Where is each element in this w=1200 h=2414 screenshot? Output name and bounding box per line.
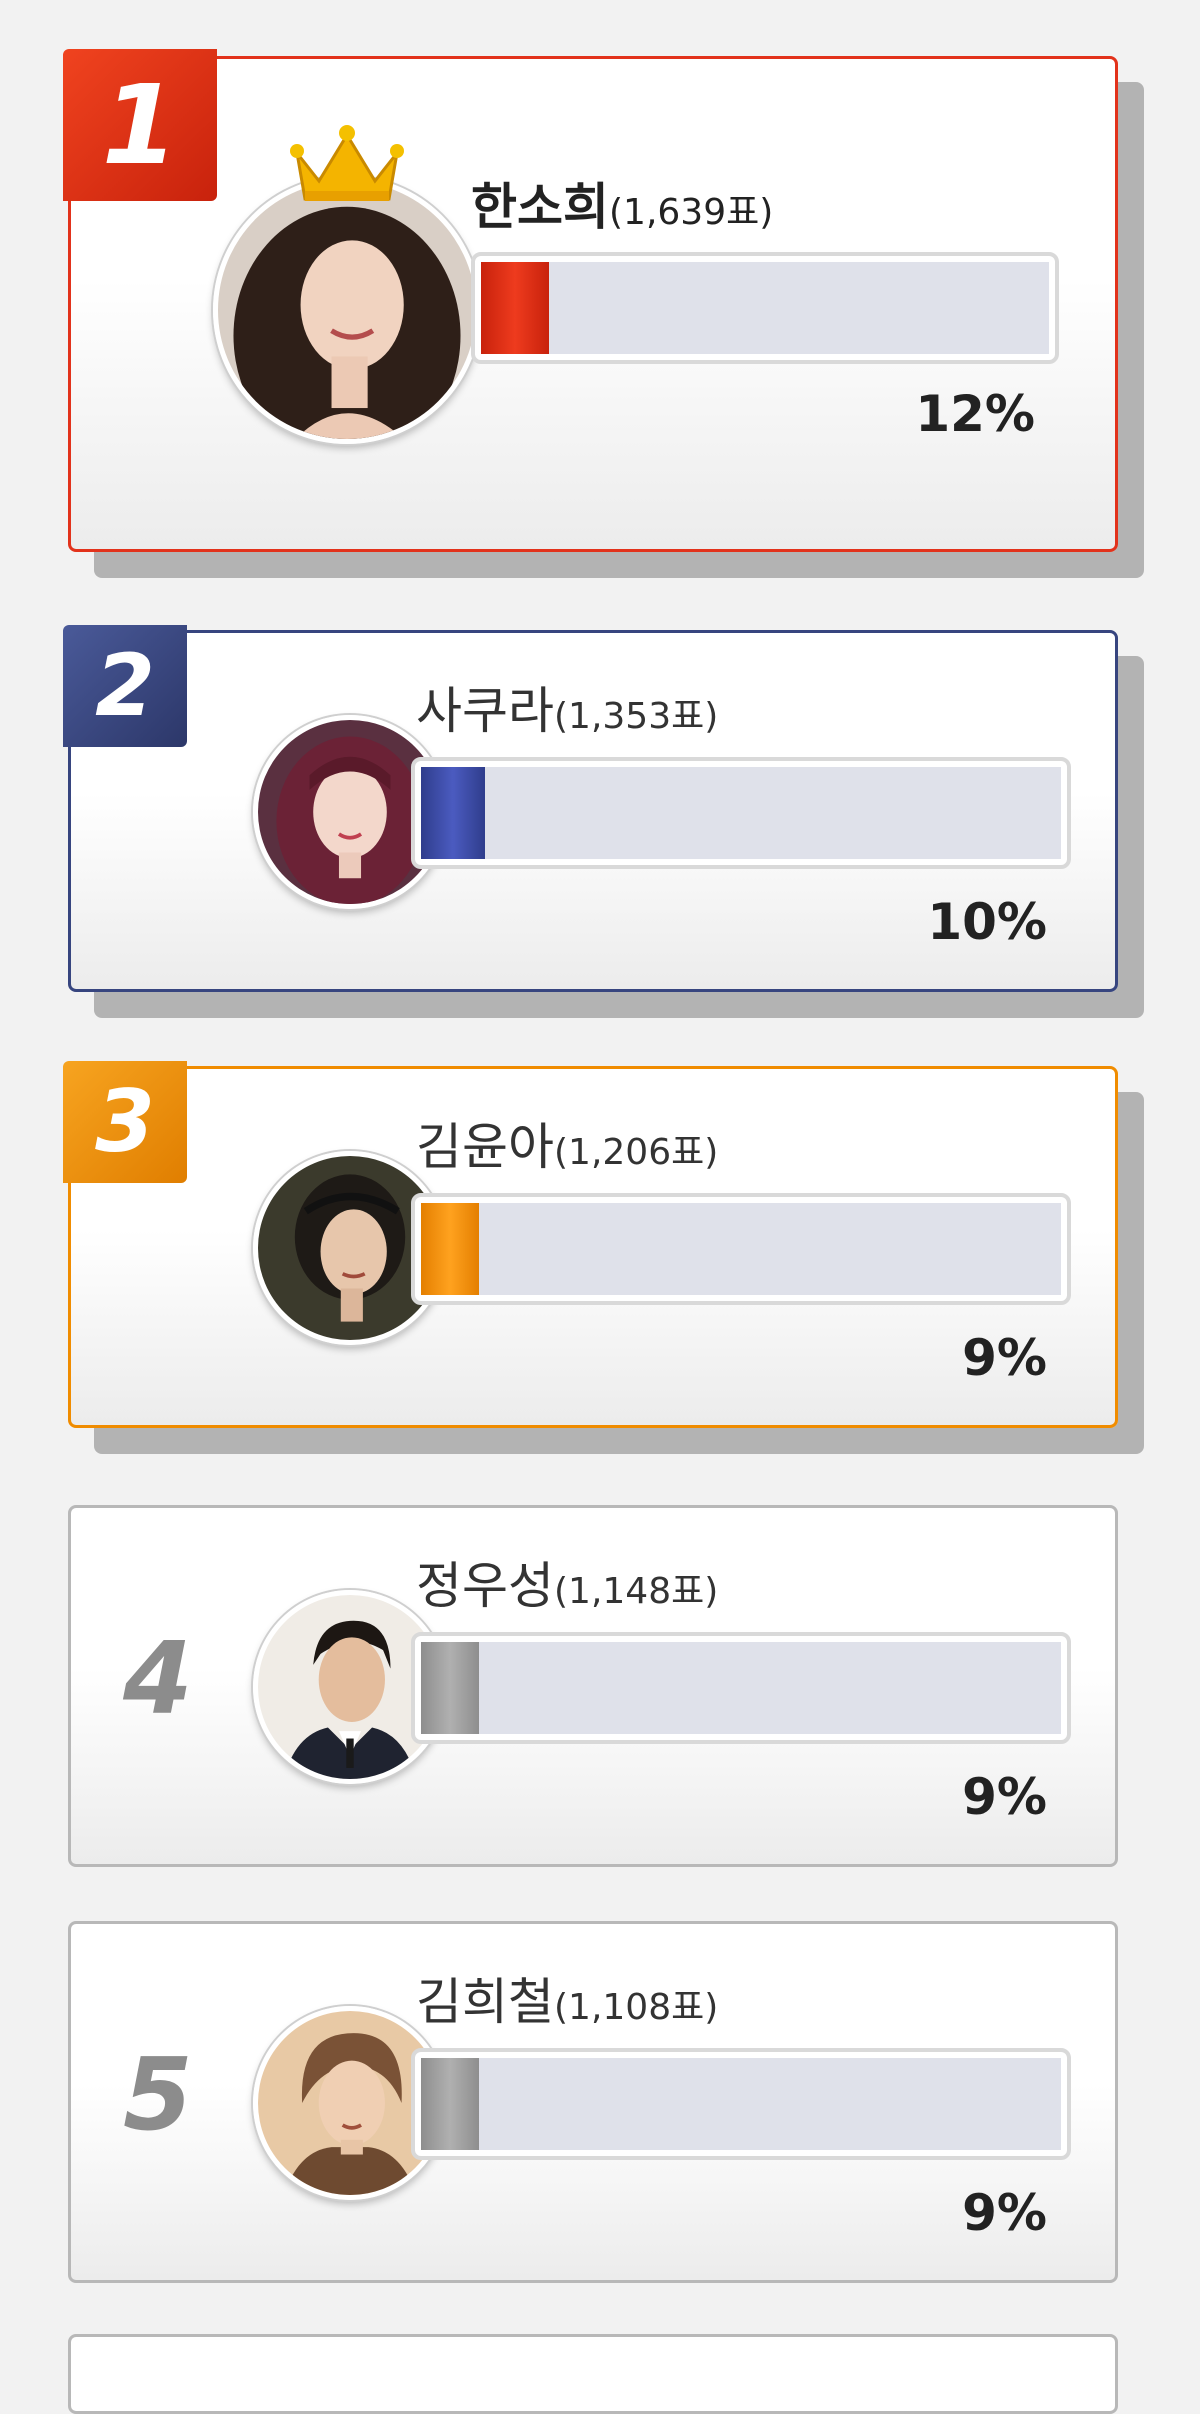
progress-bar-fill (421, 1642, 479, 1734)
ranking-card-4[interactable]: 4 정우성(1,148표) 9% (68, 1505, 1118, 1867)
vote-count: (1,206표) (554, 1132, 719, 1173)
name-line: 정우성(1,148표) (416, 1546, 718, 1618)
progress-bar (411, 757, 1071, 869)
progress-bar-fill (481, 262, 550, 354)
percent-label: 12% (915, 385, 1035, 443)
crown-icon (290, 125, 404, 201)
progress-bar-fill (421, 2058, 479, 2150)
entry-name: 김희철 (416, 1973, 554, 2031)
percent-label: 9% (962, 2184, 1047, 2242)
vote-count: (1,108표) (554, 1987, 719, 2028)
rank-badge: 3 (63, 1061, 187, 1183)
name-line: 한소희(1,639표) (471, 167, 773, 239)
avatar (213, 176, 481, 444)
ranking-card-2[interactable]: 2 사쿠라(1,353표) 10% (63, 625, 1118, 992)
entry-name: 정우성 (416, 1557, 554, 1615)
rank-number: 4 (123, 1620, 193, 1737)
percent-label: 9% (962, 1329, 1047, 1387)
vote-count: (1,148표) (554, 1571, 719, 1612)
name-line: 김희철(1,108표) (416, 1962, 718, 2034)
ranking-card-1[interactable]: 1 한소희(1,639표) 12% (63, 49, 1118, 552)
entry-name: 한소희 (471, 178, 609, 236)
rank-badge: 1 (63, 49, 217, 201)
ranking-card-5[interactable]: 5 김희철(1,108표) 9% (68, 1921, 1118, 2283)
vote-count: (1,353표) (554, 696, 719, 737)
percent-label: 10% (927, 893, 1047, 951)
entry-name: 김윤아 (416, 1118, 554, 1176)
name-line: 김윤아(1,206표) (416, 1107, 718, 1179)
entry-name: 사쿠라 (416, 682, 554, 740)
rank-badge: 2 (63, 625, 187, 747)
percent-label: 9% (962, 1768, 1047, 1826)
ranking-card-6-partial[interactable] (68, 2334, 1118, 2414)
rank-number: 5 (123, 2036, 193, 2153)
progress-bar (411, 1193, 1071, 1305)
progress-bar-fill (421, 767, 485, 859)
name-line: 사쿠라(1,353표) (416, 671, 718, 743)
ranking-card-3[interactable]: 3 김윤아(1,206표) 9% (63, 1061, 1118, 1428)
progress-bar (471, 252, 1059, 364)
progress-bar (411, 2048, 1071, 2160)
progress-bar (411, 1632, 1071, 1744)
vote-count: (1,639표) (609, 192, 774, 233)
progress-bar-fill (421, 1203, 479, 1295)
